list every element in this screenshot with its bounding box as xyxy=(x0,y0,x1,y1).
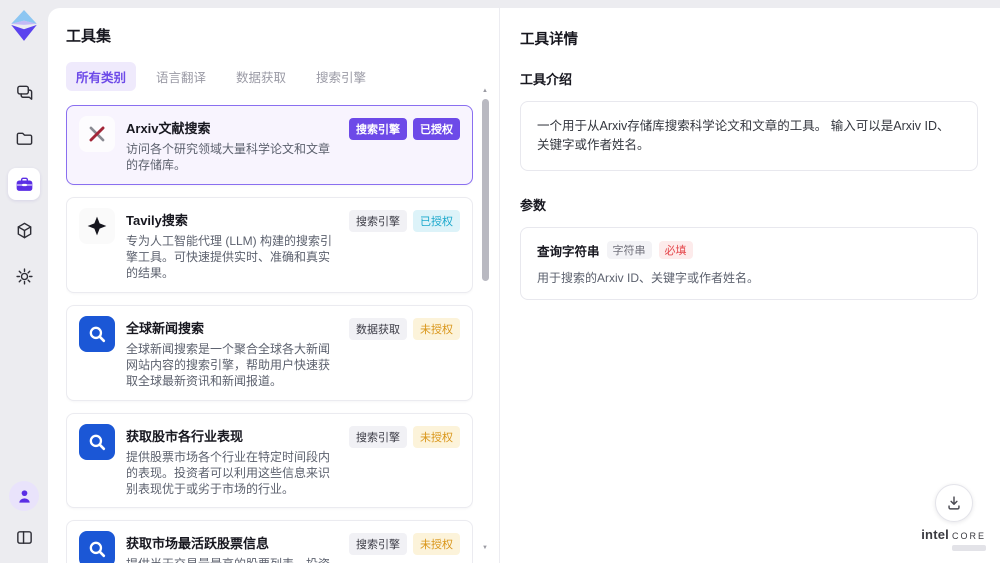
main-surface: 工具集 所有类别 语言翻译 数据获取 搜索引擎 Arxiv文献搜索 访问各个研究… xyxy=(48,8,1000,563)
scroll-up-icon[interactable]: ▲ xyxy=(482,86,488,96)
search-logo-icon xyxy=(89,434,106,450)
user-icon xyxy=(18,489,30,503)
tool-auth-badge: 已授权 xyxy=(413,209,460,232)
tool-icon xyxy=(79,531,115,563)
tavily-star-icon xyxy=(87,216,107,236)
tool-description: 提供当天交易量最高的股票列表，投资者可以利用这些信息来识别流动性强的股票和潜在的… xyxy=(126,557,338,563)
tool-auth-badge: 未授权 xyxy=(413,425,460,448)
scrollbar[interactable]: ▲ ▼ xyxy=(480,86,490,553)
tool-auth-badge: 未授权 xyxy=(413,533,460,556)
sidebar-item-models[interactable] xyxy=(8,214,40,246)
tool-card[interactable]: Arxiv文献搜索 访问各个研究领域大量科学论文和文章的存储库。 搜索引擎 已授… xyxy=(66,105,473,185)
sidebar-item-chat[interactable] xyxy=(8,76,40,108)
param-type-badge: 字符串 xyxy=(606,241,652,259)
intel-badge-bar xyxy=(952,545,986,551)
cube-icon xyxy=(17,222,31,238)
tool-card[interactable]: 获取股市各行业表现 提供股票市场各个行业在特定时间段内的表现。投资者可以利用这些… xyxy=(66,412,473,509)
search-logo-icon xyxy=(89,542,106,558)
intel-core-logo: intel core xyxy=(921,527,986,542)
tool-name: 全球新闻搜索 xyxy=(126,320,205,336)
tool-list-panel: 工具集 所有类别 语言翻译 数据获取 搜索引擎 Arxiv文献搜索 访问各个研究… xyxy=(48,8,500,563)
param-card: 查询字符串 字符串 必填 用于搜索的Arxiv ID、关键字或作者姓名。 xyxy=(520,226,978,300)
param-required-badge: 必填 xyxy=(658,241,693,259)
tool-card[interactable]: Tavily搜索 专为人工智能代理 (LLM) 构建的搜索引擎工具。可快速提供实… xyxy=(66,196,473,293)
bottom-right-widgets: intel core xyxy=(921,484,986,551)
tool-description: 专为人工智能代理 (LLM) 构建的搜索引擎工具。可快速提供实时、准确和真实的结… xyxy=(126,233,333,280)
search-logo-icon xyxy=(89,326,106,342)
tool-category-tag: 搜索引擎 xyxy=(349,209,407,232)
folder-icon xyxy=(16,132,32,145)
scroll-down-icon[interactable]: ▼ xyxy=(482,543,488,553)
tool-name: 获取股市各行业表现 xyxy=(126,428,244,444)
tool-icon xyxy=(79,116,115,152)
download-icon xyxy=(947,496,960,510)
tool-category-tag: 搜索引擎 xyxy=(349,533,407,556)
gear-icon xyxy=(15,267,33,285)
tool-category-tag: 数据获取 xyxy=(349,317,407,340)
tool-icon xyxy=(79,207,115,244)
arxiv-logo-icon xyxy=(89,126,105,142)
tool-category-tag: 搜索引擎 xyxy=(349,425,407,448)
tool-name: 获取市场最活跃股票信息 xyxy=(126,536,270,552)
tool-list: Arxiv文献搜索 访问各个研究领域大量科学论文和文章的存储库。 搜索引擎 已授… xyxy=(66,105,473,563)
tool-name: Tavily搜索 xyxy=(126,212,188,228)
chat-icon xyxy=(16,85,32,100)
tab-translate[interactable]: 语言翻译 xyxy=(146,62,216,91)
tab-data[interactable]: 数据获取 xyxy=(226,62,296,91)
sidebar-item-toolbox[interactable] xyxy=(8,168,40,200)
param-description: 用于搜索的Arxiv ID、关键字或作者姓名。 xyxy=(537,270,760,285)
tool-name: Arxiv文献搜索 xyxy=(126,121,211,136)
sidebar-item-settings[interactable] xyxy=(8,260,40,292)
sidebar-item-panel-toggle[interactable] xyxy=(8,521,40,553)
tool-auth-badge: 已授权 xyxy=(413,118,460,140)
app-rail xyxy=(0,0,48,563)
intro-text: 一个用于从Arxiv存储库搜索科学论文和文章的工具。 输入可以是Arxiv ID… xyxy=(520,101,978,171)
params-list: 查询字符串 字符串 必填 用于搜索的Arxiv ID、关键字或作者姓名。 xyxy=(520,226,978,300)
tool-detail-panel: 工具详情 工具介绍 一个用于从Arxiv存储库搜索科学论文和文章的工具。 输入可… xyxy=(500,8,1000,563)
tool-description: 提供股票市场各个行业在特定时间段内的表现。投资者可以利用这些信息来识别表现优于或… xyxy=(126,449,331,496)
tool-category-tag: 搜索引擎 xyxy=(349,118,407,140)
tool-description: 全球新闻搜索是一个聚合全球各大新闻网站内容的搜索引擎，帮助用户快速获取全球最新资… xyxy=(126,341,331,388)
tab-all[interactable]: 所有类别 xyxy=(66,62,137,91)
detail-title: 工具详情 xyxy=(520,32,578,48)
download-button[interactable] xyxy=(934,484,973,522)
sidebar-item-files[interactable] xyxy=(8,122,40,154)
param-name: 查询字符串 xyxy=(537,244,600,259)
briefcase-icon xyxy=(16,177,32,191)
tool-icon xyxy=(79,423,115,460)
tool-icon xyxy=(79,315,115,352)
page-title: 工具集 xyxy=(66,28,112,45)
tool-auth-badge: 未授权 xyxy=(413,317,460,340)
sidebar-item-profile[interactable] xyxy=(9,481,39,511)
panel-toggle-icon xyxy=(16,530,32,544)
tool-description: 访问各个研究领域大量科学论文和文章的存储库。 xyxy=(126,142,331,172)
tool-card[interactable]: 全球新闻搜索 全球新闻搜索是一个聚合全球各大新闻网站内容的搜索引擎，帮助用户快速… xyxy=(66,304,473,401)
scrollbar-thumb[interactable] xyxy=(481,99,489,281)
tool-card[interactable]: 获取市场最活跃股票信息 提供当天交易量最高的股票列表，投资者可以利用这些信息来识… xyxy=(66,520,473,563)
intro-heading: 工具介绍 xyxy=(520,72,573,87)
tab-search[interactable]: 搜索引擎 xyxy=(306,62,376,91)
category-tabs: 所有类别 语言翻译 数据获取 搜索引擎 xyxy=(66,62,473,91)
params-heading: 参数 xyxy=(520,197,547,213)
app-logo-icon xyxy=(11,10,37,41)
